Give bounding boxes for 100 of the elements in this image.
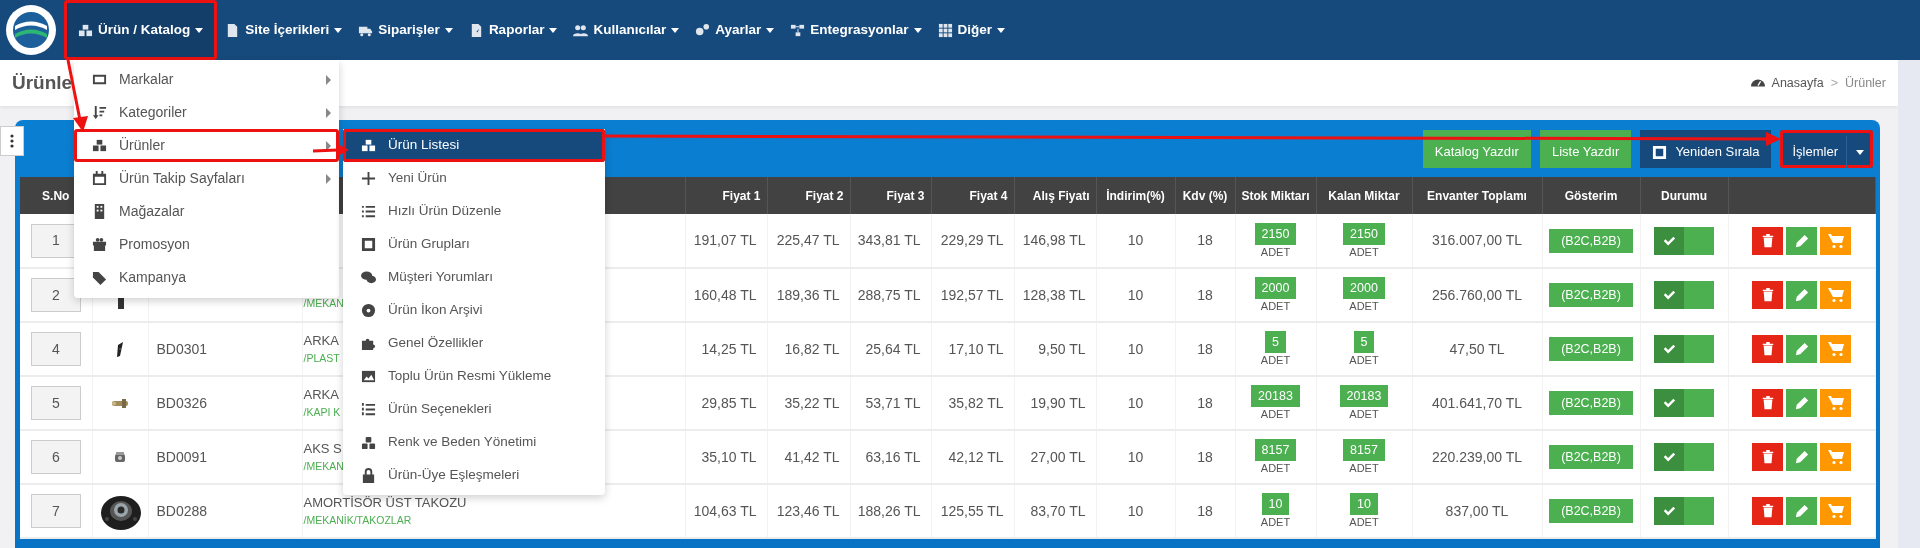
submenu-item[interactable]: Renk ve Beden Yönetimi bbox=[343, 426, 605, 459]
edit-button[interactable] bbox=[1786, 389, 1817, 417]
vat-rate: 18 bbox=[1197, 502, 1213, 519]
column-header: S.No bbox=[42, 188, 70, 203]
cart-button[interactable] bbox=[1820, 497, 1851, 525]
unit-label: ADET bbox=[1349, 245, 1379, 258]
menu-item[interactable]: Ürün Takip Sayfaları bbox=[74, 162, 339, 195]
cart-icon bbox=[1827, 341, 1844, 357]
lock-icon bbox=[361, 468, 376, 483]
submenu-item[interactable]: Müşteri Yorumları bbox=[343, 261, 605, 294]
order-field[interactable]: 4 bbox=[31, 332, 81, 366]
logo[interactable] bbox=[6, 5, 56, 55]
submenu-item[interactable]: Ürün Listesi bbox=[343, 129, 605, 162]
menu-item[interactable]: Kategoriler bbox=[74, 96, 339, 129]
gift-icon bbox=[92, 237, 107, 252]
price: 27,00 TL bbox=[1030, 448, 1086, 465]
order-field[interactable]: 5 bbox=[31, 386, 81, 420]
cart-button[interactable] bbox=[1820, 389, 1851, 417]
product-code: BD0301 bbox=[156, 340, 208, 357]
remaining-count: 2000 bbox=[1343, 277, 1385, 299]
price: 189,36 TL bbox=[776, 286, 840, 303]
unit-label: ADET bbox=[1260, 408, 1291, 420]
unit-label: ADET bbox=[1349, 354, 1379, 366]
caret-icon bbox=[671, 27, 680, 33]
price: 128,38 TL bbox=[1022, 286, 1086, 303]
nav-menu-item[interactable]: Site İçerikleri bbox=[217, 0, 351, 60]
stock-count: 5 bbox=[1265, 331, 1286, 353]
cart-icon bbox=[1827, 449, 1844, 465]
menu-item[interactable]: Markalar bbox=[74, 63, 339, 96]
trash-icon bbox=[1760, 342, 1775, 356]
submenu-item[interactable]: Ürün Grupları bbox=[343, 228, 605, 261]
nav-menu-item[interactable]: Entegrasyonlar bbox=[782, 0, 930, 60]
edit-button[interactable] bbox=[1786, 335, 1817, 363]
nav-menu-item[interactable]: Ürün / Katalog bbox=[64, 0, 218, 60]
product-name[interactable]: ARKA bbox=[303, 387, 339, 403]
submenu-item[interactable]: Ürün Seçenekleri bbox=[343, 393, 605, 426]
nav-menu-item[interactable]: Ayarlar bbox=[687, 0, 783, 60]
edit-button[interactable] bbox=[1786, 281, 1817, 309]
order-field[interactable]: 2 bbox=[31, 278, 81, 312]
nav-menu-item[interactable]: Kullanıcılar bbox=[565, 0, 688, 60]
boxes-icon bbox=[361, 138, 376, 153]
status-toggle[interactable] bbox=[1654, 281, 1714, 309]
product-name[interactable]: ARKA bbox=[303, 333, 339, 349]
menu-item[interactable]: Ürünler bbox=[74, 129, 339, 162]
edit-button[interactable] bbox=[1786, 226, 1817, 255]
cart-button[interactable] bbox=[1820, 226, 1851, 255]
chat-icon bbox=[361, 270, 376, 285]
cubes-icon bbox=[361, 435, 376, 450]
caret-icon bbox=[195, 27, 204, 33]
unit-label: ADET bbox=[1260, 516, 1291, 528]
product-name[interactable]: AKS S bbox=[303, 441, 342, 457]
nav-menu-item[interactable]: Raporlar bbox=[460, 0, 566, 60]
order-field[interactable]: 7 bbox=[31, 494, 81, 528]
cart-button[interactable] bbox=[1820, 281, 1851, 309]
submenu-item[interactable]: Genel Özellikler bbox=[343, 327, 605, 360]
product-name[interactable]: AMORTİSÖR ÜST TAKOZU bbox=[303, 495, 467, 511]
nav-menu-item[interactable]: Siparişler bbox=[350, 0, 461, 60]
actions-dropdown-button[interactable]: İşlemler bbox=[1780, 130, 1873, 168]
nav-menu-item[interactable]: Diğer bbox=[929, 0, 1014, 60]
delete-button[interactable] bbox=[1752, 443, 1783, 471]
trash-icon bbox=[1760, 396, 1775, 410]
status-toggle[interactable] bbox=[1654, 389, 1714, 417]
globe-logo-icon bbox=[11, 10, 51, 50]
edit-button[interactable] bbox=[1786, 443, 1817, 471]
edit-button[interactable] bbox=[1786, 497, 1817, 525]
stock-count: 8157 bbox=[1254, 439, 1297, 461]
delete-button[interactable] bbox=[1752, 335, 1783, 363]
delete-button[interactable] bbox=[1752, 389, 1783, 417]
submenu-item[interactable]: Ürün İkon Arşivi bbox=[343, 294, 605, 327]
breadcrumb-link[interactable]: Anasayfa bbox=[1771, 73, 1824, 93]
price: 125,55 TL bbox=[940, 502, 1004, 519]
users-icon bbox=[573, 22, 589, 38]
column-header: Kalan Miktar bbox=[1328, 188, 1400, 203]
delete-button[interactable] bbox=[1752, 281, 1783, 309]
cart-button[interactable] bbox=[1820, 443, 1851, 471]
status-toggle[interactable] bbox=[1654, 497, 1714, 525]
price: 192,57 TL bbox=[940, 286, 1004, 303]
submenu-item[interactable]: Ürün-Üye Eşleşmeleri bbox=[343, 459, 605, 492]
more-button[interactable] bbox=[0, 126, 24, 156]
discount: 10 bbox=[1127, 232, 1144, 248]
caret-icon bbox=[1856, 149, 1864, 155]
submenu-item[interactable]: Toplu Ürün Resmi Yükleme bbox=[343, 360, 605, 393]
status-toggle[interactable] bbox=[1654, 335, 1714, 363]
toolbar-button[interactable]: Yeniden Sırala bbox=[1640, 130, 1772, 168]
cart-button[interactable] bbox=[1820, 335, 1851, 363]
delete-button[interactable] bbox=[1752, 497, 1783, 525]
price: 9,50 TL bbox=[1038, 340, 1086, 357]
frame-icon bbox=[1652, 144, 1668, 160]
status-toggle[interactable] bbox=[1654, 226, 1714, 255]
category-path: /PLAST bbox=[303, 351, 340, 364]
channel-tag: (B2C,B2B) bbox=[1549, 445, 1633, 469]
column-header: Stok Miktarı bbox=[1241, 188, 1310, 203]
status-toggle[interactable] bbox=[1654, 443, 1714, 471]
submenu-item[interactable]: Hızlı Ürün Düzenle bbox=[343, 195, 605, 228]
submenu-item[interactable]: Yeni Ürün bbox=[343, 162, 605, 195]
check-icon bbox=[1662, 396, 1676, 410]
cart-icon bbox=[1827, 395, 1844, 411]
delete-button[interactable] bbox=[1752, 226, 1783, 255]
order-field[interactable]: 6 bbox=[31, 440, 81, 474]
price: 225,47 TL bbox=[776, 232, 840, 248]
